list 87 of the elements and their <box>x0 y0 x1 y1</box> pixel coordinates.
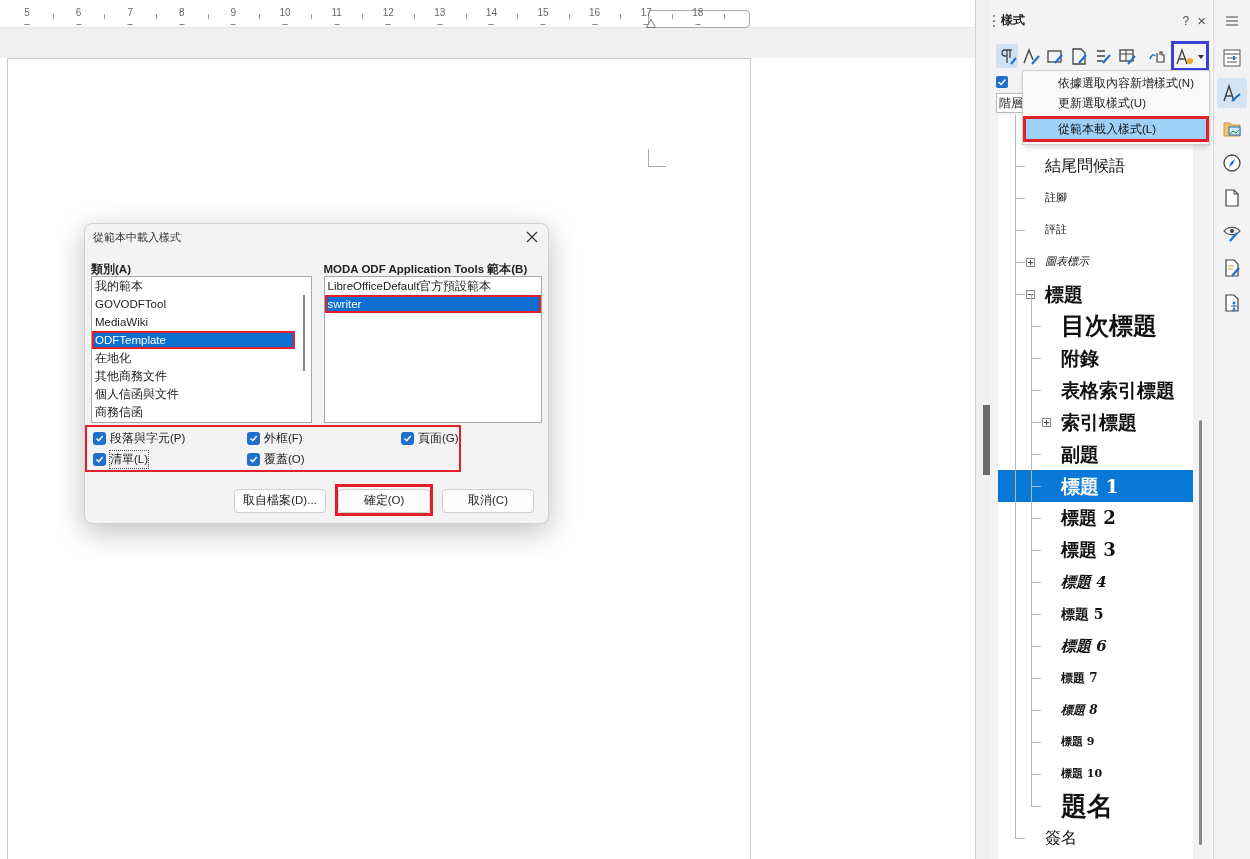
checkbox-label: 頁面(G) <box>418 430 459 446</box>
style-item[interactable]: 附錄 <box>1061 342 1099 374</box>
style-item[interactable]: 標題 <box>1045 278 1083 310</box>
style-item[interactable]: 簽名 <box>1045 822 1077 854</box>
ruler-number: 15 <box>537 8 549 18</box>
style-item[interactable]: 標題 2 <box>1061 502 1116 534</box>
style-item[interactable]: 標題 4 <box>1061 566 1107 598</box>
list-item[interactable]: MediaWiki <box>92 313 295 331</box>
list-label: MODA ODF Application Tools 範本(B) <box>323 262 529 276</box>
list-label: 類別(A) <box>91 262 132 276</box>
dialog-button[interactable]: 確定(O) <box>338 488 430 513</box>
menu-icon[interactable] <box>1225 15 1239 27</box>
ruler-number: 7 <box>127 8 133 18</box>
style-item[interactable]: 評註 <box>1045 214 1067 246</box>
letter-brush-icon <box>1222 83 1242 103</box>
checkbox[interactable] <box>93 432 106 445</box>
ruler-number: 9 <box>230 8 237 18</box>
document-pencil-icon <box>1222 258 1242 278</box>
dialog-title: 從範本中載入樣式 <box>93 229 181 245</box>
ruler-number: 16 <box>589 8 601 18</box>
checkbox-label: 清單(L) <box>110 450 149 469</box>
style-item[interactable]: 題名 <box>1061 790 1113 822</box>
collapse-icon[interactable] <box>1026 290 1035 299</box>
ruler-number: 8 <box>179 8 185 18</box>
list-item[interactable]: 個人信函與文件 <box>92 385 295 403</box>
style-item[interactable]: 索引標題 <box>1061 406 1137 438</box>
expand-icon[interactable] <box>1026 258 1035 267</box>
dialog-button[interactable]: 取消(C) <box>442 488 534 513</box>
ruler-number: 13 <box>434 8 446 18</box>
checkbox[interactable] <box>996 76 1008 88</box>
expand-icon[interactable] <box>1042 418 1051 427</box>
help-button[interactable]: ? <box>1182 12 1190 30</box>
style-item[interactable]: 標題 9 <box>1061 726 1095 758</box>
ruler-number: 18 <box>692 8 704 18</box>
drag-handle-icon[interactable] <box>992 14 996 28</box>
style-item[interactable]: 副題 <box>1061 438 1099 470</box>
ruler-number: 6 <box>75 8 82 18</box>
dialog-button[interactable]: 取自檔案(D)... <box>234 488 326 513</box>
checkbox-label: 覆蓋(O) <box>264 451 305 467</box>
compass-icon <box>1222 153 1242 173</box>
checkbox-label: 段落與字元(P) <box>110 430 186 446</box>
style-item[interactable]: 目次標題 <box>1061 310 1157 342</box>
checkbox[interactable] <box>401 432 414 445</box>
menu-item[interactable]: 依據選取內容新增樣式(N) <box>1026 73 1206 93</box>
scrollbar-thumb[interactable] <box>1199 420 1202 845</box>
ruler-number: 11 <box>331 8 342 18</box>
toolbar-button[interactable] <box>996 44 1018 68</box>
ruler-number: 12 <box>382 8 394 18</box>
style-item[interactable]: 圖表標示 <box>1045 246 1089 278</box>
style-item[interactable]: 標題 6 <box>1061 630 1107 662</box>
style-item[interactable]: 結尾問候語 <box>1045 150 1125 182</box>
close-icon[interactable] <box>526 231 538 243</box>
page-brush-icon <box>1069 46 1089 66</box>
checkbox[interactable] <box>247 432 260 445</box>
list-item[interactable]: 其他商務文件 <box>92 367 295 385</box>
ruler-number: 5 <box>24 8 30 18</box>
close-button[interactable]: × <box>1197 9 1206 33</box>
table-brush-icon <box>1117 46 1137 66</box>
page-icon <box>1222 188 1242 208</box>
checkbox[interactable] <box>93 453 106 466</box>
text-boundary-mark <box>648 149 666 167</box>
style-item[interactable]: 表格索引標題 <box>1061 374 1175 406</box>
document-person-icon <box>1222 293 1242 313</box>
deck-button[interactable] <box>1217 78 1247 108</box>
ruler-number: 10 <box>279 8 291 18</box>
checkbox[interactable] <box>247 453 260 466</box>
style-item[interactable]: 標題 10 <box>1061 758 1103 790</box>
style-item[interactable]: 標題 7 <box>1061 662 1098 694</box>
style-item[interactable]: 註腳 <box>1045 182 1067 214</box>
panel-title: 樣式 <box>1001 12 1026 29</box>
list-item[interactable]: 我的範本 <box>92 277 295 295</box>
sliders-icon <box>1222 48 1242 68</box>
letter-brush-icon <box>1021 46 1041 66</box>
list-item[interactable]: 商務信函 <box>92 403 295 421</box>
style-item[interactable]: 標題 5 <box>1061 598 1104 630</box>
list-item[interactable]: GOVODFTool <box>92 295 295 313</box>
new-style-icon <box>1175 46 1195 66</box>
style-item[interactable]: 標題 3 <box>1061 534 1116 566</box>
list-item[interactable]: 在地化 <box>92 349 295 367</box>
list-item[interactable]: LibreOfficeDefault官方預設範本 <box>324 277 541 295</box>
style-item[interactable]: 標題 8 <box>1061 694 1098 726</box>
checkbox-label: 外框(F) <box>264 430 303 446</box>
menu-item[interactable]: 更新選取樣式(U) <box>1026 93 1206 113</box>
ruler-number: 17 <box>640 8 652 18</box>
ruler-number: 14 <box>485 8 497 18</box>
menu-item[interactable]: 從範本載入樣式(L) <box>1026 119 1206 139</box>
scrollbar-thumb[interactable] <box>302 295 305 371</box>
